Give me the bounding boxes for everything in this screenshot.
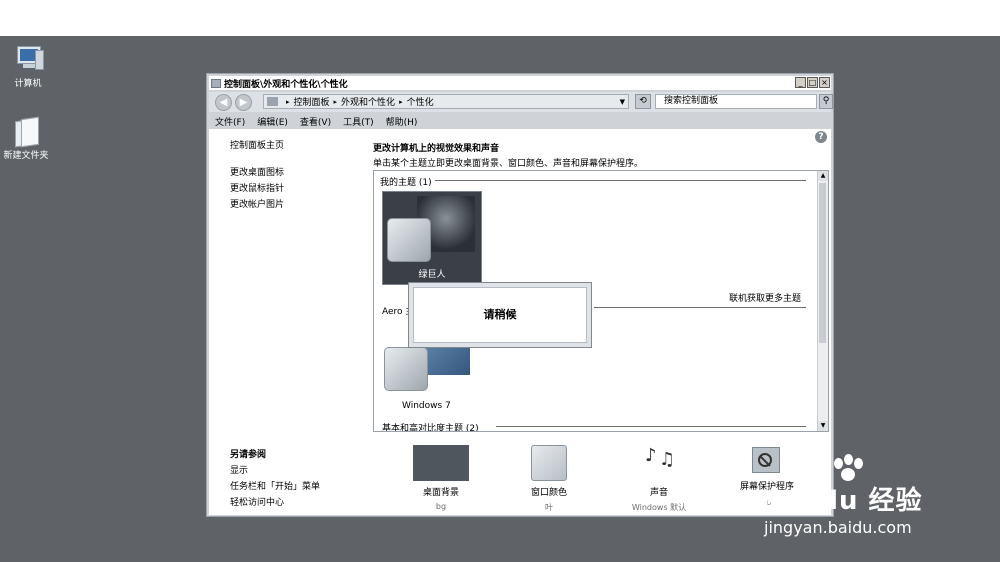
breadcrumb-appearance[interactable]: 外观和个性化 bbox=[341, 95, 395, 108]
sounds-button[interactable]: ♪ ♫ 声音 Windows 默认 bbox=[619, 445, 699, 513]
maximize-button[interactable]: □ bbox=[807, 77, 818, 88]
desktop-background-button[interactable]: 桌面背景 bg bbox=[401, 445, 481, 511]
window-color-button[interactable]: 窗口颜色 叶 bbox=[509, 445, 589, 513]
menu-edit[interactable]: 编辑(E) bbox=[257, 115, 288, 128]
see-also-display[interactable]: 显示 bbox=[230, 463, 320, 476]
window-glass-icon bbox=[387, 218, 431, 262]
desktop-icon-computer[interactable]: 计算机 bbox=[0, 44, 56, 89]
see-also-title: 另请参阅 bbox=[230, 450, 267, 460]
my-themes-label: 我的主题 (1) bbox=[380, 175, 435, 188]
control-panel-icon bbox=[267, 97, 278, 106]
chevron-right-icon[interactable]: ▸ bbox=[334, 98, 338, 106]
control-panel-icon bbox=[211, 78, 221, 88]
menu-file[interactable]: 文件(F) bbox=[215, 115, 245, 128]
search-button[interactable]: ⚲ bbox=[819, 94, 833, 109]
left-nav: 控制面板主页 更改桌面图标 更改鼠标指针 更改帐户图片 bbox=[230, 138, 284, 213]
setting-value: 叶 bbox=[545, 503, 553, 512]
chevron-right-icon[interactable]: ▸ bbox=[399, 98, 403, 106]
baidu-watermark: Bai du 经验 jingyan.baidu.com bbox=[760, 452, 992, 542]
setting-value: Windows 默认 bbox=[631, 503, 687, 512]
divider bbox=[496, 426, 806, 427]
desktop-icon-new-folder[interactable]: 新建文件夹 bbox=[0, 116, 54, 161]
folder-icon bbox=[9, 116, 43, 148]
title-bar[interactable]: 控制面板\外观和个性化\个性化 _ □ × bbox=[209, 76, 831, 90]
window-glass-icon bbox=[384, 347, 428, 391]
scroll-up-icon[interactable]: ▲ bbox=[818, 171, 828, 181]
help-icon[interactable]: ? bbox=[815, 131, 827, 143]
see-also-ease-of-access[interactable]: 轻松访问中心 bbox=[230, 495, 320, 508]
setting-label: 声音 bbox=[649, 488, 668, 498]
setting-label: 桌面背景 bbox=[422, 488, 459, 498]
see-also: 另请参阅 显示 任务栏和「开始」菜单 轻松访问中心 bbox=[230, 447, 320, 511]
nav-change-account-picture[interactable]: 更改帐户图片 bbox=[230, 197, 284, 210]
forward-button[interactable]: ▶ bbox=[235, 94, 252, 111]
see-also-taskbar[interactable]: 任务栏和「开始」菜单 bbox=[230, 479, 320, 492]
computer-icon bbox=[11, 44, 45, 74]
scroll-down-icon[interactable]: ▼ bbox=[818, 421, 828, 431]
chevron-down-icon[interactable]: ▼ bbox=[620, 98, 625, 106]
theme-label: 绿巨人 bbox=[418, 270, 446, 280]
watermark-brand: Bai du 经验 bbox=[760, 486, 923, 516]
address-toolbar: ◀ ▶ ▸ 控制面板 ▸ 外观和个性化 ▸ 个性化 ▼ ⟲ 搜索控制面板 ⚲ bbox=[209, 92, 833, 112]
setting-label: 窗口颜色 bbox=[530, 488, 567, 498]
search-icon: ⚲ bbox=[822, 96, 830, 106]
theme-hulk[interactable]: 绿巨人 bbox=[382, 191, 482, 285]
top-white-band bbox=[0, 0, 1000, 36]
nav-change-desktop-icons[interactable]: 更改桌面图标 bbox=[230, 165, 284, 178]
menu-view[interactable]: 查看(V) bbox=[300, 115, 331, 128]
window-color-icon bbox=[531, 445, 567, 481]
back-button[interactable]: ◀ bbox=[215, 94, 232, 111]
get-more-themes-link[interactable]: 联机获取更多主题 bbox=[729, 291, 801, 304]
minimize-button[interactable]: _ bbox=[795, 77, 806, 88]
setting-value: bg bbox=[435, 502, 447, 511]
divider bbox=[434, 180, 806, 181]
divider bbox=[594, 307, 806, 308]
page-subtitle: 单击某个主题立即更改桌面背景、窗口颜色、声音和屏幕保护程序。 bbox=[373, 159, 644, 169]
refresh-button[interactable]: ⟲ bbox=[635, 94, 651, 109]
theme-label: Windows 7 bbox=[402, 401, 451, 411]
search-input[interactable]: 搜索控制面板 bbox=[655, 94, 817, 109]
breadcrumb-personalization[interactable]: 个性化 bbox=[407, 95, 434, 108]
menu-bar: 文件(F) 编辑(E) 查看(V) 工具(T) 帮助(H) bbox=[209, 114, 831, 128]
watermark-url: jingyan.baidu.com bbox=[764, 518, 912, 537]
page-title: 更改计算机上的视觉效果和声音 bbox=[373, 144, 500, 154]
scroll-thumb[interactable] bbox=[819, 183, 826, 343]
address-bar[interactable]: ▸ 控制面板 ▸ 外观和个性化 ▸ 个性化 ▼ bbox=[263, 94, 629, 109]
breadcrumb-control-panel[interactable]: 控制面板 bbox=[294, 95, 330, 108]
desktop-background-icon bbox=[413, 445, 469, 481]
close-button[interactable]: × bbox=[819, 77, 830, 88]
menu-tools[interactable]: 工具(T) bbox=[343, 115, 374, 128]
desktop-icon-label: 计算机 bbox=[14, 79, 42, 89]
theme-list-scrollbar[interactable]: ▲ ▼ bbox=[817, 171, 828, 431]
chevron-right-icon[interactable]: ▸ bbox=[286, 98, 290, 106]
desktop-icon-label: 新建文件夹 bbox=[3, 151, 49, 161]
back-arrow-icon: ◀ bbox=[219, 97, 228, 108]
nav-control-panel-home[interactable]: 控制面板主页 bbox=[230, 138, 284, 151]
please-wait-text: 请稍候 bbox=[413, 287, 587, 343]
refresh-icon: ⟲ bbox=[639, 96, 647, 106]
menu-help[interactable]: 帮助(H) bbox=[386, 115, 418, 128]
basic-themes-label: 基本和高对比度主题 (2) bbox=[382, 424, 479, 432]
nav-change-mouse-pointers[interactable]: 更改鼠标指针 bbox=[230, 181, 284, 194]
window-title: 控制面板\外观和个性化\个性化 bbox=[224, 79, 348, 90]
forward-arrow-icon: ▶ bbox=[239, 97, 248, 108]
please-wait-dialog: 请稍候 bbox=[408, 282, 592, 348]
sound-icon: ♪ ♫ bbox=[645, 445, 676, 470]
